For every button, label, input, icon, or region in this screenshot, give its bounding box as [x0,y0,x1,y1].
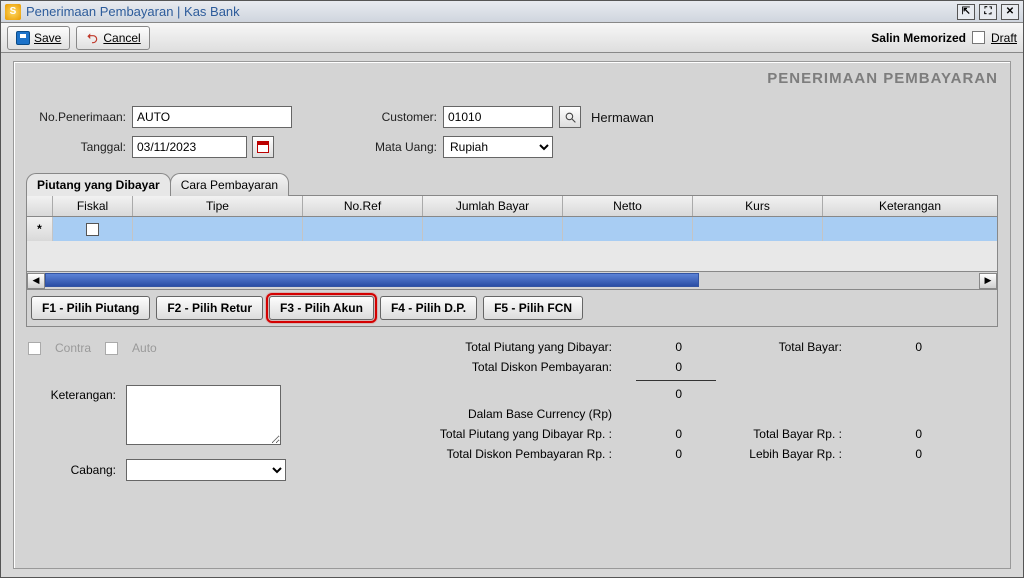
col-fiskal[interactable]: Fiskal [53,196,133,216]
cell-netto[interactable] [563,217,693,241]
cabang-select[interactable] [126,459,286,481]
tab-piutang[interactable]: Piutang yang Dibayar [26,173,171,196]
total-diskon-value: 0 [622,360,712,374]
toolbar: Save Cancel Salin Memorized Draft [1,23,1023,53]
tab-cara-pembayaran[interactable]: Cara Pembayaran [170,173,289,196]
total-piutang-label: Total Piutang yang Dibayar: [402,340,622,354]
auto-checkbox [105,342,118,355]
scroll-track[interactable] [45,273,979,289]
save-button[interactable]: Save [7,26,70,50]
contra-checkbox [28,342,41,355]
app-icon: S [5,4,21,20]
cell-jumlah-bayar[interactable] [423,217,563,241]
cabang-label: Cabang: [26,463,116,477]
horizontal-scrollbar[interactable]: ◀ ▶ [27,271,997,289]
search-icon[interactable] [559,106,581,128]
draft-checkbox[interactable] [972,31,985,44]
content-panel: PENERIMAAN PEMBAYARAN No.Penerimaan: Tan… [13,61,1011,569]
save-icon [16,31,30,45]
row-marker: * [27,217,53,241]
page-heading: PENERIMAAN PEMBAYARAN [767,70,998,87]
col-netto[interactable]: Netto [563,196,693,216]
f2-pilih-retur-button[interactable]: F2 - Pilih Retur [156,296,263,320]
contra-label: Contra [55,341,91,355]
f3-pilih-akun-button[interactable]: F3 - Pilih Akun [269,296,374,320]
app-window: S Penerimaan Pembayaran | Kas Bank ⇱ ⛶ ✕… [0,0,1024,578]
lebih-bayar-rp-value: 0 [852,447,922,461]
save-label: Save [34,31,61,45]
cancel-label: Cancel [103,31,140,45]
col-keterangan[interactable]: Keterangan [823,196,997,216]
calendar-icon[interactable] [252,136,274,158]
fiskal-checkbox[interactable] [86,223,99,236]
f4-pilih-dp-button[interactable]: F4 - Pilih D.P. [380,296,477,320]
no-penerimaan-label: No.Penerimaan: [26,110,126,124]
total-diskon-label: Total Diskon Pembayaran: [402,360,622,374]
total-piutang-value: 0 [622,340,712,354]
base-currency-label: Dalam Base Currency (Rp) [402,407,622,421]
totals-panel: Total Piutang yang Dibayar: 0 Total Baya… [396,337,998,464]
customer-label: Customer: [352,110,437,124]
cell-kurs[interactable] [693,217,823,241]
f1-pilih-piutang-button[interactable]: F1 - Pilih Piutang [31,296,150,320]
cell-keterangan[interactable] [823,217,997,241]
tanggal-label: Tanggal: [26,140,126,154]
f5-pilih-fcn-button[interactable]: F5 - Pilih FCN [483,296,583,320]
keterangan-label: Keterangan: [26,385,116,402]
col-kurs[interactable]: Kurs [693,196,823,216]
col-noref[interactable]: No.Ref [303,196,423,216]
maximize-icon[interactable]: ⛶ [979,4,997,20]
grid-header: Fiskal Tipe No.Ref Jumlah Bayar Netto Ku… [27,196,997,217]
auto-label: Auto [132,341,157,355]
no-penerimaan-input[interactable] [132,106,292,128]
scroll-thumb[interactable] [45,273,699,287]
col-tipe[interactable]: Tipe [133,196,303,216]
customer-name: Hermawan [591,110,654,125]
table-row[interactable]: * [27,217,997,241]
col-marker [27,196,53,216]
cell-noref[interactable] [303,217,423,241]
tanggal-input[interactable] [132,136,247,158]
scroll-left-icon[interactable]: ◀ [27,273,45,289]
mata-uang-select[interactable]: Rupiah [443,136,553,158]
draft-label: Draft [991,31,1017,45]
total-diskon-rp-value: 0 [622,447,712,461]
total-bayar-label: Total Bayar: [712,340,852,354]
cancel-button[interactable]: Cancel [76,26,149,50]
total-piutang-rp-label: Total Piutang yang Dibayar Rp. : [402,427,622,441]
divider-line [636,380,716,381]
mata-uang-label: Mata Uang: [352,140,437,154]
grid-panel: Fiskal Tipe No.Ref Jumlah Bayar Netto Ku… [26,195,998,290]
title-bar: S Penerimaan Pembayaran | Kas Bank ⇱ ⛶ ✕ [1,1,1023,23]
fkey-row: F1 - Pilih Piutang F2 - Pilih Retur F3 -… [26,290,998,327]
total-bayar-value: 0 [852,340,922,354]
total-bayar-rp-value: 0 [852,427,922,441]
salin-memorized-label[interactable]: Salin Memorized [871,31,966,45]
window-title: Penerimaan Pembayaran | Kas Bank [26,4,957,19]
lebih-bayar-rp-label: Lebih Bayar Rp. : [712,447,852,461]
col-jumlah-bayar[interactable]: Jumlah Bayar [423,196,563,216]
detach-icon[interactable]: ⇱ [957,4,975,20]
cell-tipe[interactable] [133,217,303,241]
subtotal-value: 0 [622,387,712,401]
total-piutang-rp-value: 0 [622,427,712,441]
scroll-right-icon[interactable]: ▶ [979,273,997,289]
keterangan-input[interactable] [126,385,281,445]
customer-input[interactable] [443,106,553,128]
tab-strip: Piutang yang Dibayar Cara Pembayaran [26,172,998,195]
undo-icon [85,31,99,45]
total-diskon-rp-label: Total Diskon Pembayaran Rp. : [402,447,622,461]
total-bayar-rp-label: Total Bayar Rp. : [712,427,852,441]
grid-body[interactable]: * [27,217,997,271]
close-icon[interactable]: ✕ [1001,4,1019,20]
